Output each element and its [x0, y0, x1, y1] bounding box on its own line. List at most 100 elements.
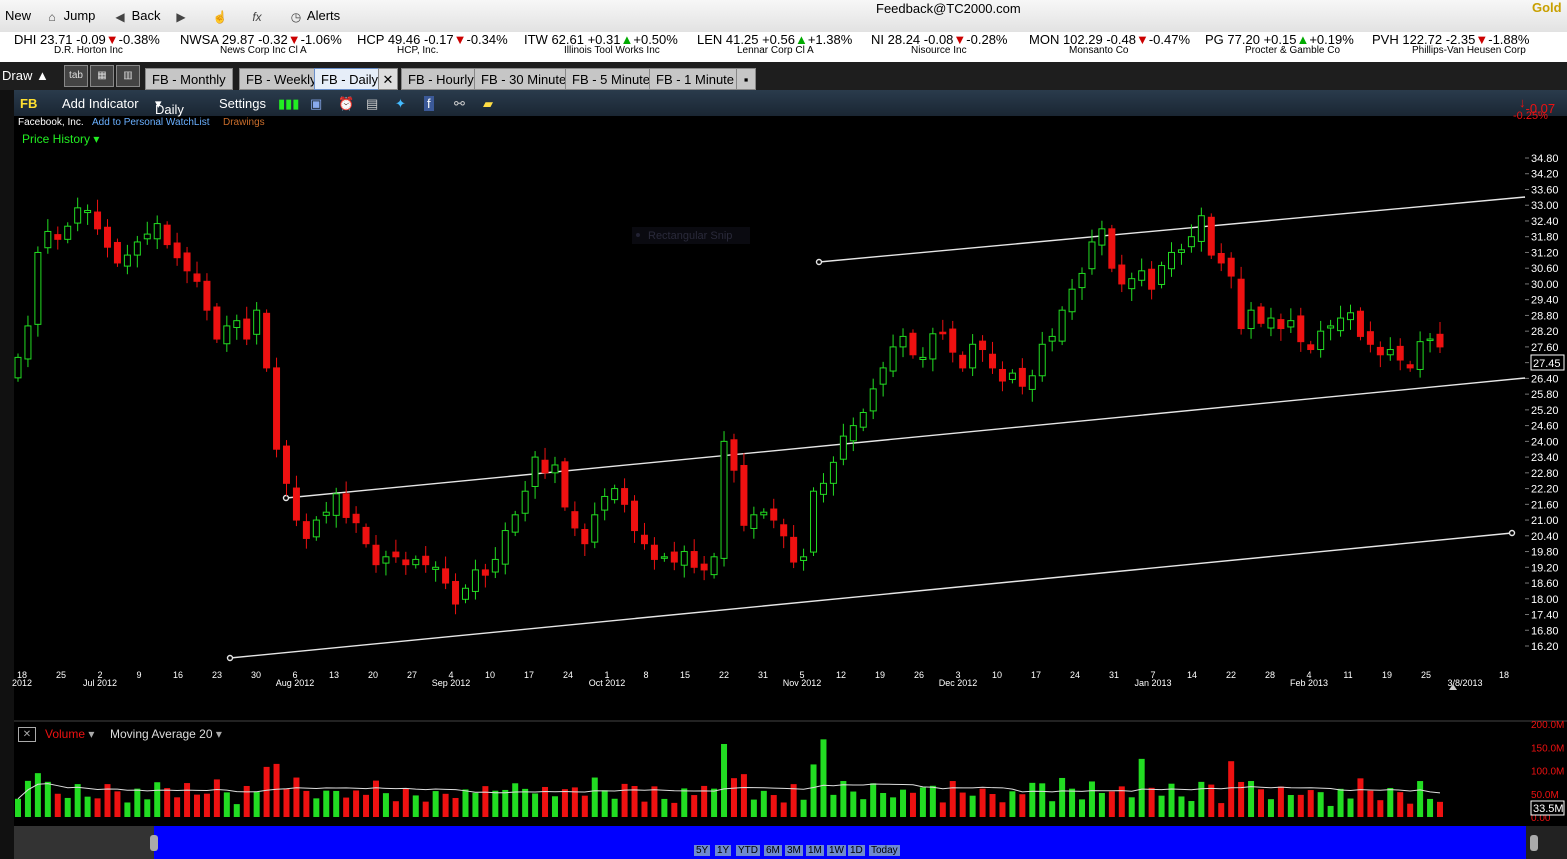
scroller-left-region — [14, 826, 154, 859]
ticker-percent: -0.47% — [1148, 32, 1191, 47]
drawings-link[interactable]: Drawings — [223, 117, 265, 128]
ticker-symbol: MON — [1029, 32, 1063, 47]
ticker-nwsa[interactable]: NWSA 29.87 -0.32▼-1.06% News Corp Inc Cl … — [180, 32, 342, 56]
grid-layout-icon[interactable]: ▦ — [90, 65, 114, 87]
main-toolbar: New ⌂ Jump ◀ Back ▶ ☝ fx ◷ Alerts Feedba… — [0, 0, 1567, 33]
binoculars-icon[interactable]: ⚯ — [454, 96, 465, 112]
bar-chart-icon[interactable]: ▮▮▮ — [278, 96, 299, 112]
settings-button[interactable]: Settings — [219, 96, 266, 111]
forward-arrow-icon: ▶ — [176, 9, 186, 24]
range-button-1w[interactable]: 1W — [827, 845, 846, 856]
price-history-text: Price History — [22, 132, 91, 146]
new-tab-icon[interactable]: ▪ — [736, 68, 756, 90]
save-icon[interactable]: ▣ — [310, 96, 322, 112]
clock-icon: ◷ — [290, 9, 302, 24]
ticker-pvh[interactable]: PVH 122.72 -2.35▼-1.88% Phillips-Van Heus… — [1372, 32, 1529, 56]
split-layout-icon[interactable]: ▥ — [116, 65, 140, 87]
pointer-icon: ☝ — [212, 9, 228, 24]
tab-fb-5-minute[interactable]: FB - 5 Minute — [565, 68, 658, 90]
tab-fb-daily[interactable]: FB - Daily — [314, 68, 386, 90]
range-button-5y[interactable]: 5Y — [694, 845, 711, 856]
note-icon[interactable]: ▰ — [483, 96, 493, 112]
jump-button[interactable]: ⌂ Jump — [44, 8, 95, 25]
ticker-company: Nisource Inc — [911, 45, 967, 56]
facebook-icon[interactable]: f — [424, 96, 434, 111]
range-button-ytd[interactable]: YTD — [736, 845, 760, 856]
ticker-itw[interactable]: ITW 62.61 +0.31▲+0.50% Illinois Tool Work… — [524, 32, 678, 56]
ticker-company: Procter & Gamble Co — [1245, 45, 1341, 56]
ticker-company: D.R. Horton Inc — [54, 45, 123, 56]
back-button[interactable]: ◀ Back — [112, 8, 161, 25]
feedback-link[interactable]: Feedback@TC2000.com — [876, 1, 1021, 16]
ticker-symbol: PVH — [1372, 32, 1403, 47]
range-button-1y[interactable]: 1Y — [715, 845, 732, 856]
scroller-right-handle[interactable] — [1530, 835, 1538, 851]
moving-average-label[interactable]: Moving Average 20 ▾ — [110, 727, 222, 741]
scroller-left-handle[interactable] — [150, 835, 158, 851]
ticker-symbol: PG — [1205, 32, 1228, 47]
ticker-company: Monsanto Co — [1069, 45, 1129, 56]
period-select[interactable]: Daily ▾ — [155, 96, 184, 117]
alerts-button[interactable]: ◷ Alerts — [288, 8, 340, 25]
range-button-1m[interactable]: 1M — [806, 845, 824, 856]
jump-icon: ⌂ — [48, 9, 56, 24]
volume-label[interactable]: Volume ▾ — [45, 727, 94, 741]
layout-tab-bar: Draw ▲ tab ▦ ▥ FB - Monthly FB - Weekly FB… — [0, 62, 1567, 90]
ticker-company: Lennar Corp Cl A — [737, 45, 814, 56]
close-volume-icon[interactable]: ✕ — [18, 727, 36, 742]
jump-label: Jump — [63, 8, 96, 23]
change-percent: -0.25% — [1513, 110, 1548, 122]
ticker-symbol: LEN — [697, 32, 726, 47]
left-tool-strip — [0, 90, 15, 859]
close-tab-icon[interactable]: ✕ — [378, 68, 398, 90]
range-button-3m[interactable]: 3M — [785, 845, 803, 856]
ticker-percent: -0.38% — [118, 32, 160, 47]
ticker-pg[interactable]: PG 77.20 +0.15▲+0.19% Procter & Gamble Co — [1205, 32, 1354, 56]
tab-fb-30-minute[interactable]: FB - 30 Minute — [474, 68, 574, 90]
down-arrow-icon: ▼ — [453, 32, 467, 47]
price-history-label[interactable]: Price History ▾ — [22, 132, 99, 146]
range-button-6m[interactable]: 6M — [764, 845, 782, 856]
ticker-dhi[interactable]: DHI 23.71 -0.09▼-0.38% D.R. Horton Inc — [14, 32, 160, 56]
gold-badge: Gold — [1532, 0, 1562, 15]
ticker-company: HCP, Inc. — [397, 45, 439, 56]
down-arrow-icon: ▼ — [1135, 32, 1149, 47]
ticker-symbol: NWSA — [180, 32, 222, 47]
forward-button[interactable]: ▶ — [173, 8, 189, 25]
twitter-icon[interactable]: ✦ — [395, 96, 406, 112]
draw-menu[interactable]: Draw ▲ — [2, 68, 49, 83]
tab-fb-1-minute[interactable]: FB - 1 Minute — [649, 68, 742, 90]
layers-icon[interactable]: ▤ — [366, 96, 378, 112]
period-label: Daily — [155, 102, 184, 117]
ticker-symbol: NI — [871, 32, 888, 47]
back-label: Back — [131, 8, 161, 23]
new-button[interactable]: New — [5, 8, 31, 23]
add-indicator-button[interactable]: Add Indicator — [62, 96, 139, 111]
tab-layout-button[interactable]: tab — [64, 65, 88, 87]
tab-fb-hourly[interactable]: FB - Hourly — [401, 68, 481, 90]
volume-label-text: Volume — [45, 727, 86, 741]
ticker-ni[interactable]: NI 28.24 -0.08▼-0.28% Nisource Inc — [871, 32, 1008, 56]
formula-button[interactable]: fx — [249, 8, 265, 25]
watchlist-link[interactable]: Add to Personal WatchList — [92, 117, 209, 128]
ma-label-text: Moving Average 20 — [110, 727, 213, 741]
alerts-label: Alerts — [306, 8, 341, 23]
ticker-symbol: HCP — [357, 32, 388, 47]
formula-icon: fx — [252, 9, 262, 24]
change-value: ↓ -0.07 — [1519, 95, 1556, 116]
ticker-company: News Corp Inc Cl A — [220, 45, 307, 56]
ticker-symbol: DHI — [14, 32, 40, 47]
ticker-hcp[interactable]: HCP 49.46 -0.17▼-0.34% HCP, Inc. — [357, 32, 508, 56]
symbol-label[interactable]: FB — [20, 96, 37, 111]
ticker-percent: -0.28% — [966, 32, 1008, 47]
range-button-today[interactable]: Today — [869, 845, 900, 856]
alarm-icon[interactable]: ⏰ — [338, 96, 354, 112]
draw-label: Draw — [2, 68, 33, 83]
ticker-company: Illinois Tool Works Inc — [564, 45, 660, 56]
pointer-button[interactable]: ☝ — [212, 8, 228, 25]
ticker-len[interactable]: LEN 41.25 +0.56▲+1.38% Lennar Corp Cl A — [697, 32, 852, 56]
range-button-1d[interactable]: 1D — [848, 845, 865, 856]
tab-fb-weekly[interactable]: FB - Weekly — [239, 68, 324, 90]
ticker-mon[interactable]: MON 102.29 -0.48▼-0.47% Monsanto Co — [1029, 32, 1191, 56]
tab-fb-monthly[interactable]: FB - Monthly — [145, 68, 233, 90]
